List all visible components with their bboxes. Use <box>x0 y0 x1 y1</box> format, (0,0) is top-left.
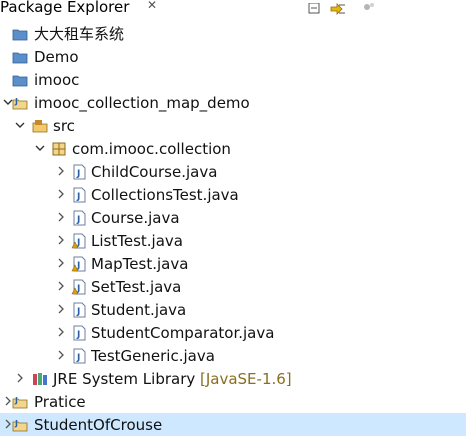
tree-item[interactable]: JRE System Library [JavaSE-1.6] <box>0 367 466 390</box>
tree-item-label: Course.java <box>91 209 180 227</box>
tree-item[interactable]: J Pratice <box>0 390 466 413</box>
java-file-icon: J <box>71 210 87 226</box>
tree-item-label: JRE System Library <box>53 370 196 388</box>
java-file-warning-icon: J <box>71 279 87 295</box>
view-menu-icon[interactable] <box>362 0 378 12</box>
project-folder-icon <box>12 26 28 42</box>
svg-text:J: J <box>76 330 80 340</box>
tree-item[interactable]: imooc <box>0 68 466 91</box>
svg-text:J: J <box>14 396 18 405</box>
tree-item[interactable]: Jimooc_collection_map_demo <box>0 91 466 114</box>
java-file-warning-icon: J <box>71 233 87 249</box>
tree-item-decoration: [JavaSE-1.6] <box>200 370 292 388</box>
package-icon <box>51 141 67 157</box>
tree-item[interactable]: J Student.java <box>0 298 466 321</box>
tree-item[interactable]: J StudentComparator.java <box>0 321 466 344</box>
java-project-icon: J <box>12 394 28 410</box>
tree-item-label: com.imooc.collection <box>72 140 231 158</box>
svg-text:J: J <box>76 192 80 202</box>
collapse-all-icon[interactable] <box>307 0 323 14</box>
project-folder-icon <box>12 49 28 65</box>
tree-item[interactable]: J SetTest.java <box>0 275 466 298</box>
java-file-icon: J <box>71 325 87 341</box>
tree-item-label: CollectionsTest.java <box>91 186 239 204</box>
chevron-right-icon[interactable] <box>14 371 26 385</box>
svg-text:J: J <box>76 353 80 363</box>
java-file-icon: J <box>71 187 87 203</box>
tree-item[interactable]: J CollectionsTest.java <box>0 183 466 206</box>
svg-text:J: J <box>76 215 80 225</box>
java-project-icon: J <box>12 95 28 111</box>
svg-text:J: J <box>14 419 18 428</box>
tree-item-label: ChildCourse.java <box>91 163 218 181</box>
tree-item-label: StudentComparator.java <box>91 324 275 342</box>
java-file-icon: J <box>71 164 87 180</box>
link-with-editor-icon[interactable] <box>330 0 346 15</box>
library-icon <box>32 371 48 387</box>
svg-text:J: J <box>14 97 18 106</box>
java-file-icon: J <box>71 302 87 318</box>
chevron-right-icon[interactable] <box>55 233 67 247</box>
tree-item-label: ListTest.java <box>91 232 183 250</box>
chevron-right-icon[interactable] <box>55 302 67 316</box>
tree-item[interactable]: Demo <box>0 45 466 68</box>
chevron-right-icon[interactable] <box>55 348 67 362</box>
tree-item-label: Student.java <box>91 301 187 319</box>
tree-item[interactable]: J Course.java <box>0 206 466 229</box>
tree-item[interactable]: src <box>0 114 466 137</box>
tree-item[interactable]: J ChildCourse.java <box>0 160 466 183</box>
tree-item-label: SetTest.java <box>91 278 182 296</box>
source-folder-icon <box>32 118 48 134</box>
chevron-right-icon[interactable] <box>55 187 67 201</box>
tree-item[interactable]: J MapTest.java <box>0 252 466 275</box>
tree-item-label: src <box>53 117 75 135</box>
tree-item-label: Demo <box>34 48 79 66</box>
chevron-down-icon[interactable] <box>34 141 46 155</box>
tree-item-label: imooc <box>34 71 80 89</box>
tree-item[interactable]: J ListTest.java <box>0 229 466 252</box>
project-folder-icon <box>12 72 28 88</box>
java-file-icon: J <box>71 348 87 364</box>
tree-item-label: MapTest.java <box>91 255 189 273</box>
view-title: Package Explorer <box>0 0 130 16</box>
tree-item-label: Pratice <box>34 393 86 411</box>
chevron-right-icon[interactable] <box>55 210 67 224</box>
tree-item[interactable]: J TestGeneric.java <box>0 344 466 367</box>
chevron-right-icon[interactable] <box>55 325 67 339</box>
chevron-right-icon[interactable] <box>55 256 67 270</box>
close-view-button[interactable]: ✕ <box>145 0 159 12</box>
tree-item-label: StudentOfCrouse <box>34 416 163 434</box>
view-header: Package Explorer ✕ <box>0 0 466 19</box>
tree-item-label: imooc_collection_map_demo <box>34 94 250 112</box>
svg-text:J: J <box>76 169 80 179</box>
tree-item[interactable]: 大大租车系统 <box>0 22 466 45</box>
svg-text:J: J <box>76 307 80 317</box>
chevron-down-icon[interactable] <box>14 118 26 132</box>
java-file-warning-icon: J <box>71 256 87 272</box>
tree-item[interactable]: com.imooc.collection <box>0 137 466 160</box>
chevron-right-icon[interactable] <box>55 164 67 178</box>
tree-item[interactable]: J StudentOfCrouse <box>0 413 466 436</box>
chevron-right-icon[interactable] <box>55 279 67 293</box>
tree-item-label: 大大租车系统 <box>34 25 125 43</box>
tree-item-label: TestGeneric.java <box>91 347 215 365</box>
